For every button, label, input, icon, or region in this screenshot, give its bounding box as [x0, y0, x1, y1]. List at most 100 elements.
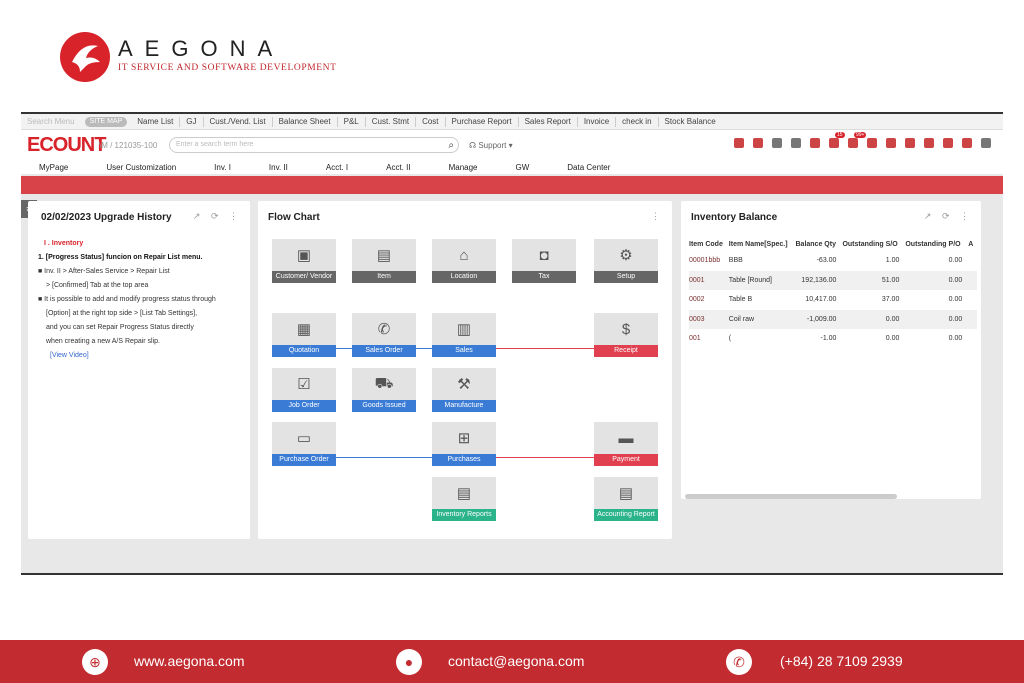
quick-link[interactable]: Stock Balance: [659, 117, 722, 127]
global-search-input[interactable]: Enter a search term here ⌕: [169, 137, 459, 153]
clock-icon[interactable]: [905, 138, 915, 148]
flow-node-customer[interactable]: ▣ Customer/ Vendor: [272, 239, 336, 284]
phone-text[interactable]: (+84) 28 7109 2939: [780, 653, 903, 669]
transfer-icon[interactable]: [772, 138, 782, 148]
report-icon[interactable]: [886, 138, 896, 148]
globe-icon: ⊕: [82, 649, 108, 675]
menu-inv-1[interactable]: Inv. I: [214, 163, 231, 172]
quick-link[interactable]: check in: [616, 116, 659, 127]
quick-link[interactable]: Balance Sheet: [273, 116, 338, 127]
barcode-icon: ▥: [432, 313, 496, 345]
menu-mypage[interactable]: MyPage: [39, 163, 68, 172]
email-text[interactable]: contact@aegona.com: [448, 653, 584, 669]
notification-icon[interactable]: 15: [829, 132, 845, 148]
brand-name: AEGONA: [118, 36, 285, 61]
flow-node-setup[interactable]: ⚙ Setup: [594, 239, 658, 284]
quick-link[interactable]: Sales Report: [519, 116, 578, 127]
logout-icon[interactable]: [962, 138, 972, 148]
table-row[interactable]: 001(-1.00 0.00 0.00: [689, 329, 977, 349]
website-text[interactable]: www.aegona.com: [134, 653, 245, 669]
quick-link[interactable]: Cost: [416, 116, 446, 127]
inventory-table: Item Code Item Name[Spec.] Balance Qty O…: [689, 237, 977, 349]
panel-tools[interactable]: ↗ ⟳ ⋮: [924, 211, 973, 222]
flow-node-tax[interactable]: ◘ Tax: [512, 239, 576, 284]
search-menu-input[interactable]: Search Menu: [21, 117, 81, 127]
main-menu: MyPage User Customization Inv. I Inv. II…: [21, 160, 1003, 174]
app-window: Search Menu SITE MAP Name List GJ Cust./…: [21, 112, 1003, 575]
flow-node-inventory-reports[interactable]: ▤ Inventory Reports: [432, 477, 496, 522]
aegona-logo-icon: [60, 32, 110, 82]
flow-node-quotation[interactable]: ▦ Quotation: [272, 313, 336, 358]
table-row[interactable]: 0003 Coil raw -1,009.00 0.00 0.00: [689, 309, 977, 329]
menu-data-center[interactable]: Data Center: [567, 163, 610, 172]
flow-node-receipt[interactable]: $ Receipt: [594, 313, 658, 358]
history-heading: 1. [Progress Status] funcion on Repair L…: [38, 254, 203, 261]
menu-inv-2[interactable]: Inv. II: [269, 163, 288, 172]
toolbar-icons: 15 99+: [734, 132, 991, 148]
menu-manage[interactable]: Manage: [449, 163, 478, 172]
user-icon[interactable]: [943, 138, 953, 148]
menu-acct-2[interactable]: Acct. II: [386, 163, 410, 172]
quick-link[interactable]: P&L: [338, 116, 366, 127]
quick-link[interactable]: Invoice: [578, 116, 617, 127]
inventory-balance-panel: Inventory Balance ↗ ⟳ ⋮ Item Code Item N…: [681, 201, 981, 499]
table-row[interactable]: 00001bbb BBB -63.00 1.00 0.00: [689, 251, 977, 271]
account-id: \M / 121035-100: [99, 140, 158, 150]
mail-icon[interactable]: [867, 138, 877, 148]
quick-link[interactable]: Cust. Stmt: [366, 116, 417, 127]
menu-gw[interactable]: GW: [516, 163, 530, 172]
checklist-icon: ☑: [272, 368, 336, 400]
quick-link[interactable]: Cust./Vend. List: [204, 116, 273, 127]
flow-node-payment[interactable]: ▬ Payment: [594, 422, 658, 467]
global-search-placeholder: Enter a search term here: [176, 141, 254, 148]
flow-node-purchases[interactable]: ⊞ Purchases: [432, 422, 496, 467]
table-header: Item Code Item Name[Spec.] Balance Qty O…: [689, 240, 974, 248]
search-icon[interactable]: ⌕: [448, 139, 454, 153]
flow-node-goods-issued[interactable]: ⛟ Goods Issued: [352, 368, 416, 413]
panel-menu-icon[interactable]: ⋮: [651, 211, 664, 222]
flow-node-purchase-order[interactable]: ▭ Purchase Order: [272, 422, 336, 467]
quick-link[interactable]: Name List: [131, 116, 181, 127]
quick-link[interactable]: Purchase Report: [446, 116, 519, 127]
phone-icon: ✆: [726, 649, 752, 675]
menu-acct-1[interactable]: Acct. I: [326, 163, 348, 172]
table-row[interactable]: 0002 Table B 10,417.00 37.00 0.00: [689, 290, 977, 310]
table-row[interactable]: 0001 Table [Round] 192,136.00 51.00 0.00: [689, 270, 977, 290]
flow-node-job-order[interactable]: ☑ Job Order: [272, 368, 336, 413]
history-line: [Option] at the right top side > [List T…: [46, 310, 198, 317]
report-doc-icon: ▤: [594, 477, 658, 509]
panel-title: Flow Chart: [268, 212, 320, 223]
history-line: > [Confirmed] Tab at the top area: [46, 282, 149, 289]
view-video-link[interactable]: [View Video]: [38, 349, 243, 363]
calendar-icon[interactable]: [924, 138, 934, 148]
grid-menu-icon[interactable]: [981, 138, 991, 148]
approval-icon[interactable]: [753, 138, 763, 148]
inbox-icon: ▭: [272, 422, 336, 454]
support-menu[interactable]: ☊ Support ▾: [469, 141, 513, 150]
flow-node-accounting-report[interactable]: ▤ Accounting Report: [594, 477, 658, 522]
site-map-button[interactable]: SITE MAP: [84, 116, 128, 127]
ecount-logo[interactable]: ECOUNT: [27, 134, 106, 157]
bell-icon[interactable]: [810, 138, 820, 148]
menu-user-customization[interactable]: User Customization: [106, 163, 176, 172]
app-header: ECOUNT \M / 121035-100 Enter a search te…: [21, 130, 1003, 160]
document-icon[interactable]: [791, 138, 801, 148]
history-line: ■ It is possible to add and modify progr…: [38, 296, 216, 303]
todo-icon[interactable]: [734, 138, 744, 148]
brand-tagline: IT SERVICE AND SOFTWARE DEVELOPMENT: [118, 63, 337, 73]
quick-link[interactable]: GJ: [180, 116, 204, 127]
chat-icon[interactable]: 99+: [848, 132, 867, 148]
panel-tools[interactable]: ↗ ⟳ ⋮: [193, 211, 242, 222]
flow-node-item[interactable]: ▤ Item: [352, 239, 416, 284]
section-label: I . Inventory: [44, 240, 84, 247]
house-icon: ⌂: [432, 239, 496, 271]
support-label: Support ▾: [478, 140, 513, 150]
flow-node-sales[interactable]: ▥ Sales: [432, 313, 496, 358]
wallet-icon: ◘: [512, 239, 576, 271]
flow-node-location[interactable]: ⌂ Location: [432, 239, 496, 284]
horizontal-scrollbar[interactable]: [685, 494, 897, 499]
box-icon: ▤: [352, 239, 416, 271]
flow-node-sales-order[interactable]: ✆ Sales Order: [352, 313, 416, 358]
basket-icon: ⊞: [432, 422, 496, 454]
flow-node-manufacture[interactable]: ⚒ Manufacture: [432, 368, 496, 413]
